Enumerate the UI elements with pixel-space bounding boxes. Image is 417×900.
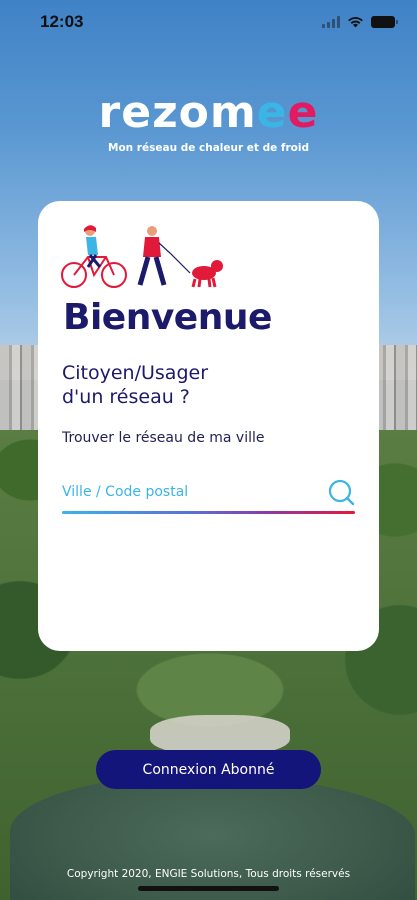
city-search bbox=[62, 471, 355, 513]
logo-tagline: Mon réseau de chaleur et de froid bbox=[108, 142, 309, 154]
status-bar: 12:03 bbox=[0, 0, 417, 44]
user-question-line1: Citoyen/Usager bbox=[62, 362, 209, 384]
search-icon[interactable] bbox=[327, 478, 355, 506]
signal-icon bbox=[322, 16, 340, 28]
logo-word-main: rezom bbox=[98, 87, 257, 138]
lake bbox=[10, 775, 415, 900]
battery-icon bbox=[371, 16, 398, 28]
illustration bbox=[61, 225, 223, 288]
logo-accent-e2: e bbox=[287, 87, 319, 138]
logo-wordmark: rezomee bbox=[0, 88, 417, 138]
user-question-line2: d'un réseau ? bbox=[62, 386, 190, 408]
welcome-card: Bienvenue Citoyen/Usager d'un réseau ? T… bbox=[38, 201, 379, 651]
park-path bbox=[150, 715, 290, 755]
cyclist-illustration bbox=[61, 225, 127, 288]
walker-illustration bbox=[137, 226, 191, 286]
logo-accent-e1: e bbox=[256, 87, 288, 138]
search-underline bbox=[62, 511, 355, 514]
dog-illustration bbox=[191, 260, 223, 288]
subscriber-login-button[interactable]: Connexion Abonné bbox=[96, 750, 321, 789]
wifi-icon bbox=[348, 17, 363, 28]
find-network-label: Trouver le réseau de ma ville bbox=[62, 430, 265, 446]
home-indicator bbox=[138, 886, 279, 891]
user-question: Citoyen/Usager d'un réseau ? bbox=[62, 361, 322, 409]
status-time: 12:03 bbox=[40, 12, 84, 31]
copyright-text: Copyright 2020, ENGIE Solutions, Tous dr… bbox=[66, 868, 351, 880]
app-logo: rezomee Mon réseau de chaleur et de froi… bbox=[0, 88, 417, 155]
welcome-title: Bienvenue bbox=[63, 297, 272, 338]
status-icons bbox=[322, 16, 398, 28]
city-search-input[interactable] bbox=[62, 477, 302, 507]
